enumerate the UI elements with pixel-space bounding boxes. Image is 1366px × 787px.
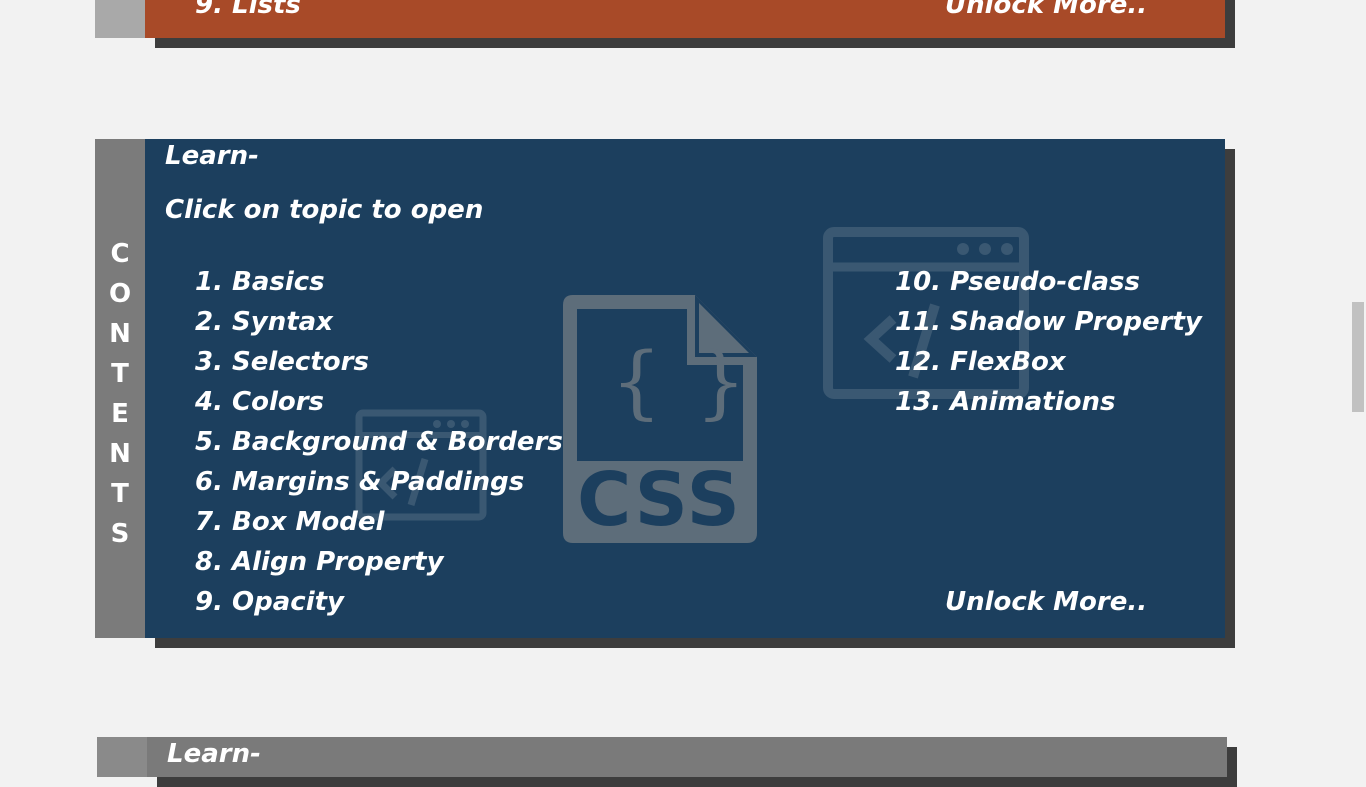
contents-letter: T xyxy=(111,479,129,509)
contents-letter: N xyxy=(109,439,131,469)
contents-letter: N xyxy=(109,319,131,349)
contents-letter: S xyxy=(110,519,130,549)
topic-link[interactable]: 8. Align Property xyxy=(195,547,444,577)
topic-link[interactable]: 9. Opacity xyxy=(195,587,344,617)
bottom-card-tab xyxy=(97,737,147,777)
topic-link-lists[interactable]: 9. Lists xyxy=(195,0,301,20)
topic-link[interactable]: 2. Syntax xyxy=(195,307,333,337)
top-card-tab xyxy=(95,0,145,38)
topic-link[interactable]: 4. Colors xyxy=(195,387,324,417)
topic-link[interactable]: 10. Pseudo-class xyxy=(895,267,1140,297)
contents-tab: C O N T E N T S xyxy=(95,139,145,638)
topic-link[interactable]: 12. FlexBox xyxy=(895,347,1066,377)
topic-link[interactable]: 7. Box Model xyxy=(195,507,384,537)
unlock-more-link[interactable]: Unlock More.. xyxy=(945,0,1147,20)
card-instruction: Click on topic to open xyxy=(165,195,484,225)
topic-link[interactable]: 1. Basics xyxy=(195,267,325,297)
topic-link[interactable]: 6. Margins & Paddings xyxy=(195,467,524,497)
css-braces-text: { } xyxy=(611,335,751,428)
scrollbar-thumb[interactable] xyxy=(1352,302,1364,412)
contents-letter: E xyxy=(111,399,129,429)
bottom-card: Learn- xyxy=(147,737,1227,777)
card-heading: Learn- xyxy=(165,141,259,171)
main-card: { } CSS Learn- Click on topic to open 1.… xyxy=(145,139,1225,638)
topic-link[interactable]: 3. Selectors xyxy=(195,347,369,377)
page-scrollbar[interactable] xyxy=(1349,0,1366,768)
css-watermark-text: CSS xyxy=(577,457,742,543)
topic-link[interactable]: 11. Shadow Property xyxy=(895,307,1202,337)
topic-link[interactable]: 5. Background & Borders xyxy=(195,427,563,457)
browser-code-icon xyxy=(355,409,487,521)
topic-link[interactable]: 13. Animations xyxy=(895,387,1115,417)
contents-letter: C xyxy=(110,239,130,269)
top-card: 9. Lists Unlock More.. xyxy=(145,0,1225,38)
contents-letter: T xyxy=(111,359,129,389)
card-heading: Learn- xyxy=(167,739,261,769)
unlock-more-link[interactable]: Unlock More.. xyxy=(945,587,1147,617)
contents-letter: O xyxy=(108,279,132,309)
